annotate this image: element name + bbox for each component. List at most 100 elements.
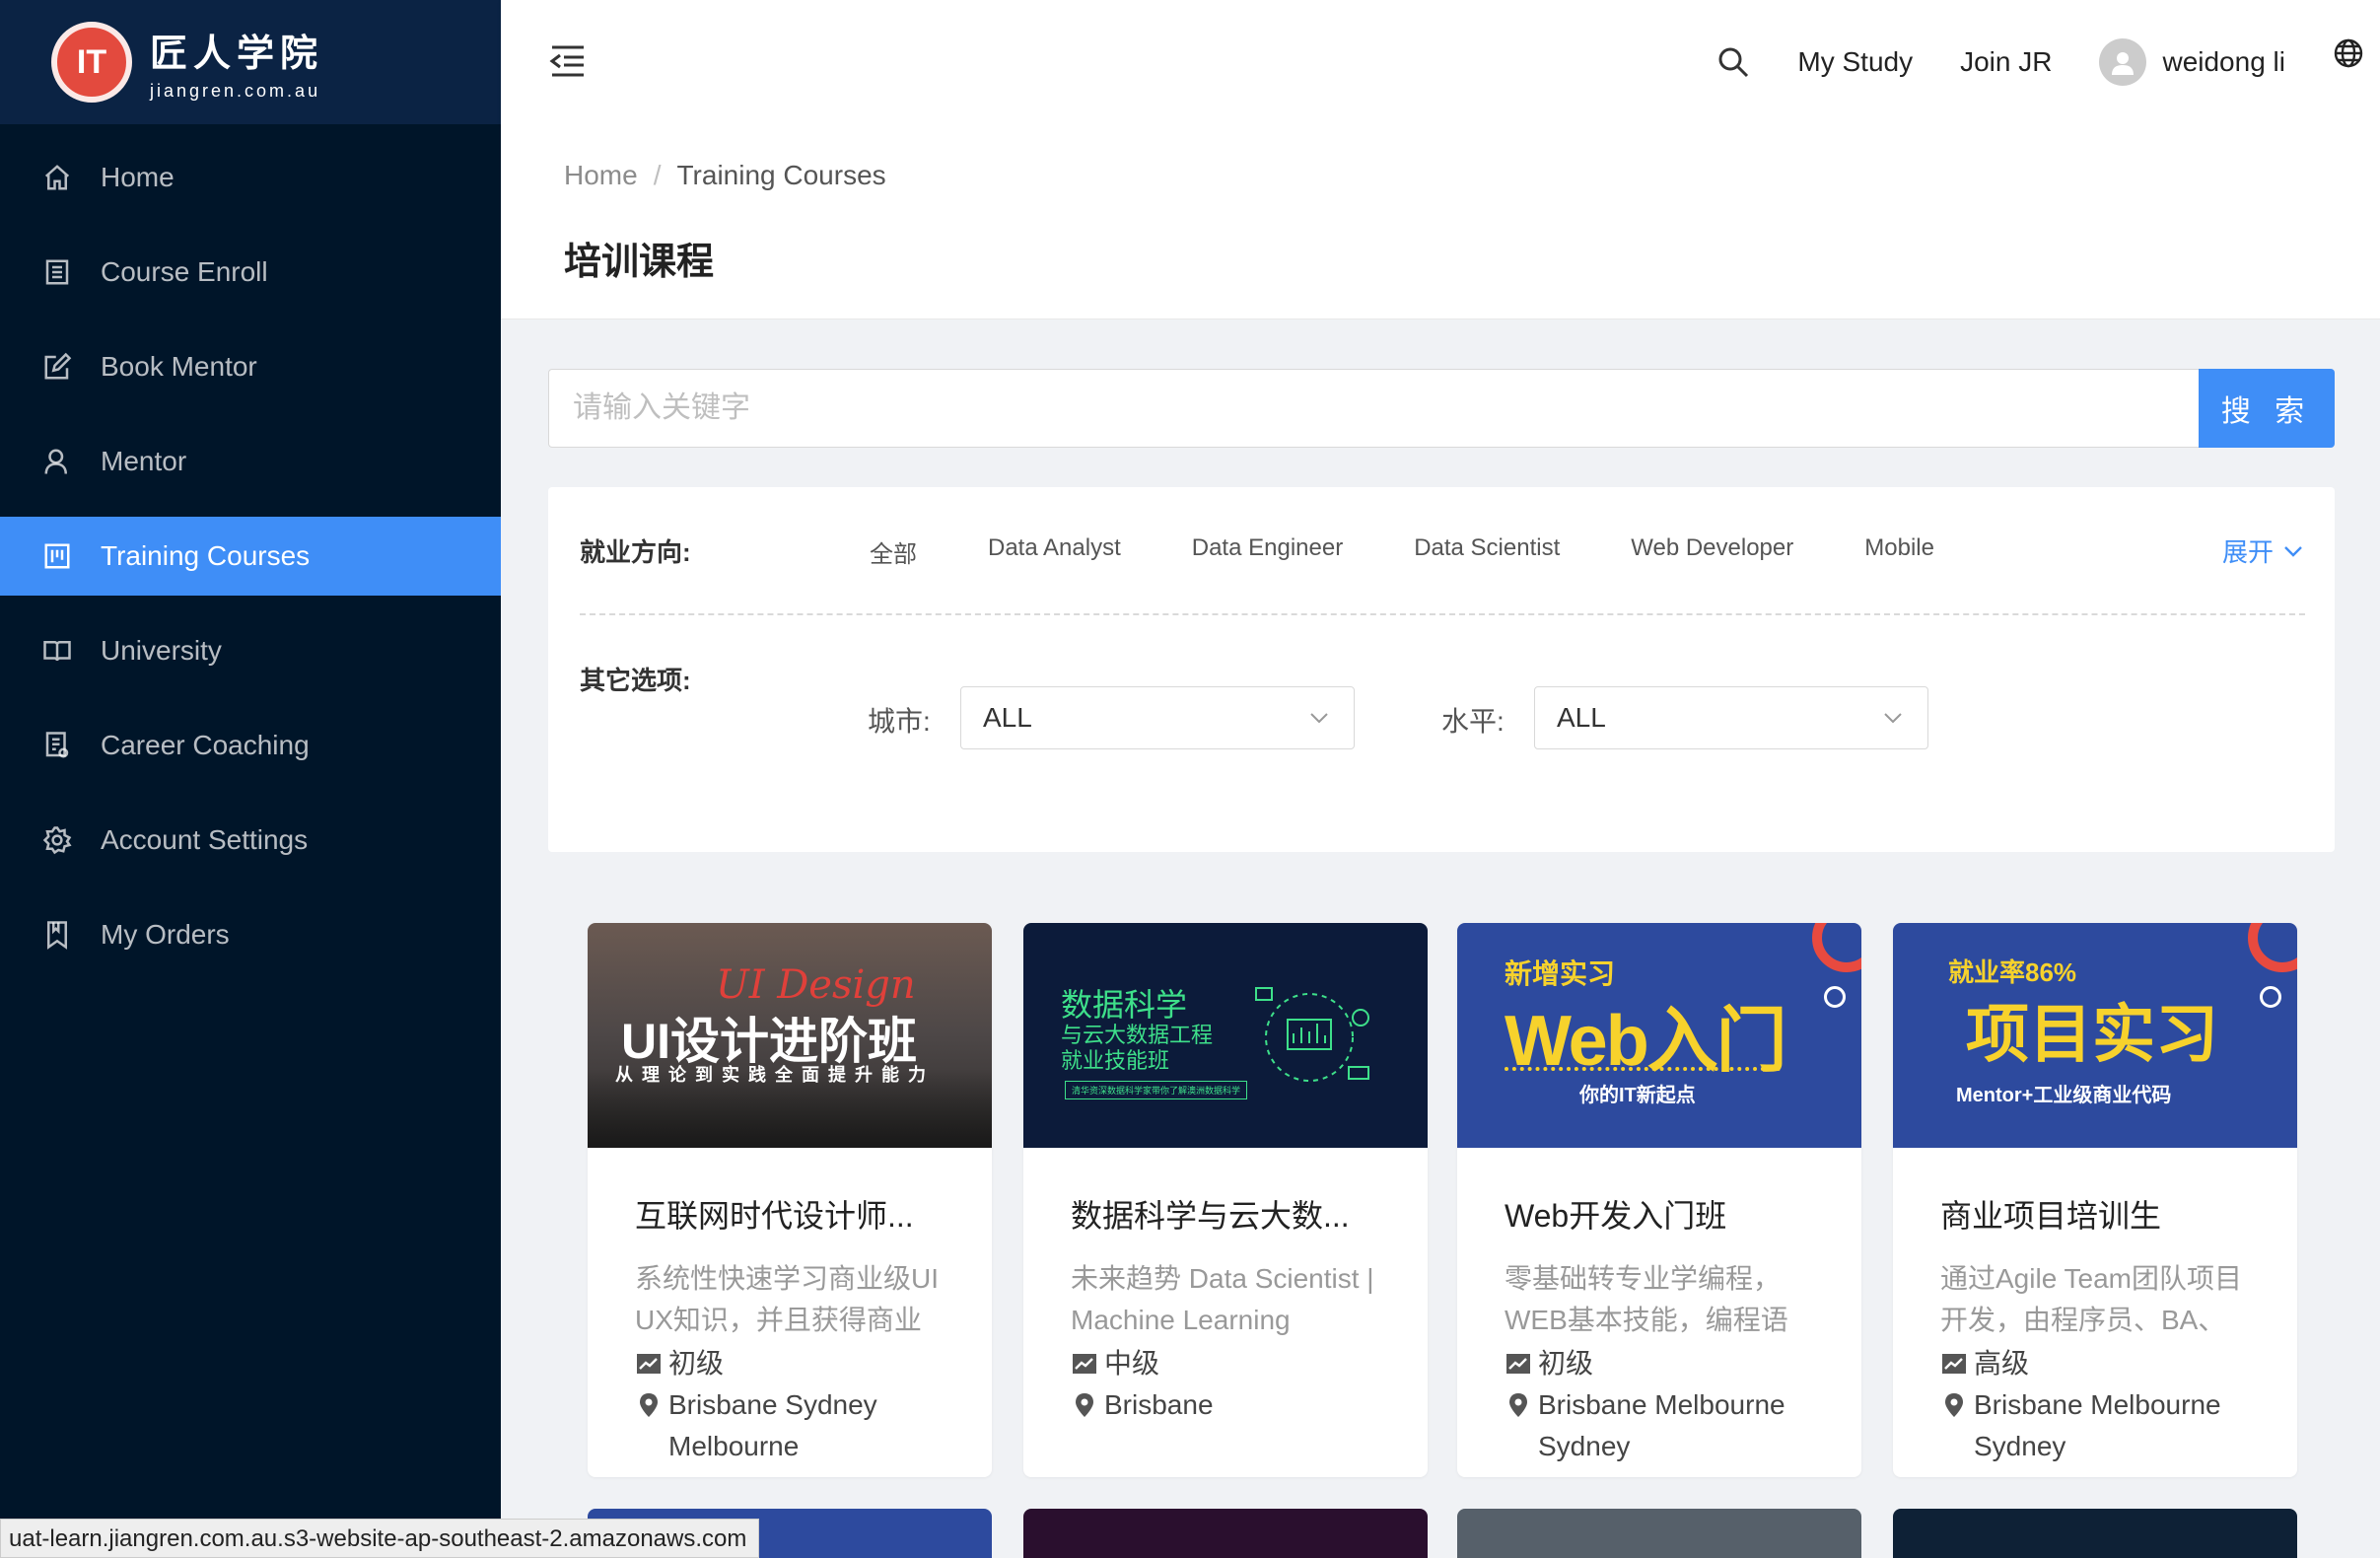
my-study-link[interactable]: My Study xyxy=(1797,46,1913,78)
board-icon xyxy=(41,540,73,572)
sidebar-item-mentor[interactable]: Mentor xyxy=(0,422,501,501)
city-label: 城市: xyxy=(868,706,931,737)
direction-tag-web-developer[interactable]: Web Developer xyxy=(1631,534,1793,569)
user-name[interactable]: weidong li xyxy=(2162,46,2285,78)
dashboard-illustration-icon xyxy=(1255,987,1369,1082)
city-select-value: ALL xyxy=(983,702,1032,733)
sidebar-item-label: Account Settings xyxy=(101,824,309,855)
sidebar-item-training-courses[interactable]: Training Courses xyxy=(0,517,501,596)
sidebar-item-label: Career Coaching xyxy=(101,730,310,760)
status-bar-url: uat-learn.jiangren.com.au.s3-website-ap-… xyxy=(0,1519,760,1558)
collapse-menu-icon[interactable] xyxy=(548,43,588,79)
brand-name-en: jiangren.com.au xyxy=(150,81,321,101)
join-jr-link[interactable]: Join JR xyxy=(1960,46,2052,78)
sidebar-item-my-orders[interactable]: My Orders xyxy=(0,895,501,974)
other-options-label: 其它选项: xyxy=(580,666,691,695)
chevron-down-icon xyxy=(1310,713,1328,724)
search-button[interactable]: 搜 索 xyxy=(2199,369,2335,448)
chart-icon xyxy=(1073,1354,1096,1374)
course-location: Brisbane Melbourne Sydney xyxy=(1505,1384,1814,1467)
chevron-down-icon xyxy=(1884,713,1902,724)
book-icon xyxy=(41,635,73,667)
sidebar-item-university[interactable]: University xyxy=(0,611,501,690)
chart-icon xyxy=(637,1354,661,1374)
bookmark-icon xyxy=(41,919,73,951)
city-select[interactable]: ALL xyxy=(960,686,1355,749)
course-description: 系统性快速学习商业级UI UX知识，并且获得商业项目经验，增加面试筹码 xyxy=(635,1263,940,1335)
course-card[interactable] xyxy=(1893,1509,2297,1558)
avatar[interactable] xyxy=(2099,38,2147,86)
course-card[interactable] xyxy=(1023,1509,1428,1558)
sidebar-menu: Home Course Enroll Book Mentor Mentor Tr… xyxy=(0,138,501,974)
course-card[interactable]: 新增实习 Web入门 你的IT新起点 Web开发入门班 零基础转专业学编程，WE… xyxy=(1457,923,1861,1477)
banner-title: 项目实习 xyxy=(1966,999,2218,1070)
search-icon[interactable] xyxy=(1716,45,1750,79)
direction-tag-data-analyst[interactable]: Data Analyst xyxy=(988,534,1121,569)
course-title[interactable]: 互联网时代设计师... xyxy=(635,1191,945,1237)
course-cities: Brisbane Sydney Melbourne xyxy=(668,1389,877,1461)
logo[interactable]: IT 匠人学院 jiangren.com.au xyxy=(0,0,501,124)
course-banner: 新增实习 Web入门 你的IT新起点 xyxy=(1457,923,1861,1148)
sidebar-item-account-settings[interactable]: Account Settings xyxy=(0,801,501,880)
level-select[interactable]: ALL xyxy=(1534,686,1928,749)
course-cities: Brisbane Melbourne Sydney xyxy=(1538,1389,1785,1461)
course-location: Brisbane xyxy=(1071,1384,1380,1426)
banner-subtitle: 从 理 论 到 实 践 全 面 提 升 能 力 xyxy=(615,1065,929,1085)
sidebar-item-label: My Orders xyxy=(101,919,230,950)
sidebar-item-home[interactable]: Home xyxy=(0,138,501,217)
location-pin-icon xyxy=(1076,1393,1093,1417)
course-card[interactable] xyxy=(1457,1509,1861,1558)
banner-tag: 清华资深数据科学家带你了解澳洲数据科学 xyxy=(1065,1081,1248,1099)
course-location: Brisbane Melbourne Sydney xyxy=(1940,1384,2250,1467)
doc-icon xyxy=(41,730,73,761)
sidebar-item-book-mentor[interactable]: Book Mentor xyxy=(0,327,501,406)
location-pin-icon xyxy=(1945,1393,1963,1417)
divider xyxy=(580,613,2305,615)
course-banner: 数据科学 与云大数据工程 就业技能班 清华资深数据科学家带你了解澳洲数据科学 xyxy=(1023,923,1428,1148)
course-card[interactable]: UI Design UI设计进阶班 从 理 论 到 实 践 全 面 提 升 能 … xyxy=(588,923,992,1477)
course-level-text: 高级 xyxy=(1974,1348,2030,1379)
edit-icon xyxy=(41,351,73,383)
breadcrumb: Home / Training Courses xyxy=(564,160,886,191)
course-title[interactable]: 数据科学与云大数... xyxy=(1071,1191,1380,1237)
location-pin-icon xyxy=(1509,1393,1527,1417)
direction-tag-data-scientist[interactable]: Data Scientist xyxy=(1414,534,1560,569)
direction-tag-data-engineer[interactable]: Data Engineer xyxy=(1192,534,1343,569)
sidebar-item-career-coaching[interactable]: Career Coaching xyxy=(0,706,501,785)
chart-icon xyxy=(1942,1354,1966,1374)
sidebar-item-label: Book Mentor xyxy=(101,351,257,382)
home-icon xyxy=(41,162,73,193)
sidebar-item-label: University xyxy=(101,635,222,666)
course-title[interactable]: Web开发入门班 xyxy=(1505,1191,1814,1237)
chevron-down-icon xyxy=(2284,545,2302,557)
course-level-text: 初级 xyxy=(668,1348,725,1379)
course-cities: Brisbane xyxy=(1104,1389,1214,1420)
page-header: Home / Training Courses 培训课程 xyxy=(501,124,2380,319)
chart-icon xyxy=(1506,1354,1530,1374)
breadcrumb-home[interactable]: Home xyxy=(564,160,638,190)
breadcrumb-separator: / xyxy=(653,160,662,190)
course-level-text: 初级 xyxy=(1538,1348,1594,1379)
page-title: 培训课程 xyxy=(564,242,715,283)
course-level-text: 中级 xyxy=(1104,1348,1160,1379)
search-input[interactable] xyxy=(548,369,2199,448)
breadcrumb-current: Training Courses xyxy=(676,160,886,190)
location-pin-icon xyxy=(640,1393,658,1417)
logo-mark-icon: IT xyxy=(51,22,132,103)
banner-subtitle: 你的IT新起点 xyxy=(1579,1085,1696,1106)
course-card[interactable]: 数据科学 与云大数据工程 就业技能班 清华资深数据科学家带你了解澳洲数据科学 数… xyxy=(1023,923,1428,1477)
direction-tags: 全部 Data Analyst Data Engineer Data Scien… xyxy=(870,534,2005,569)
list-icon xyxy=(41,256,73,288)
direction-tag-all[interactable]: 全部 xyxy=(870,534,917,569)
sidebar-item-label: Training Courses xyxy=(101,540,311,571)
course-title[interactable]: 商业项目培训生 xyxy=(1940,1191,2250,1237)
course-card[interactable]: 就业率86% 项目实习 Mentor+工业级商业代码 商业项目培训生 通过Agi… xyxy=(1893,923,2297,1477)
sidebar-item-label: Course Enroll xyxy=(101,256,268,287)
expand-label: 展开 xyxy=(2221,537,2274,567)
banner-line-3: 就业技能班 xyxy=(1061,1048,1170,1073)
direction-label: 就业方向: xyxy=(580,537,691,567)
sidebar-item-course-enroll[interactable]: Course Enroll xyxy=(0,233,501,312)
globe-icon[interactable] xyxy=(2333,37,2364,69)
direction-tag-mobile[interactable]: Mobile xyxy=(1864,534,1934,569)
expand-button[interactable]: 展开 xyxy=(2222,532,2305,569)
